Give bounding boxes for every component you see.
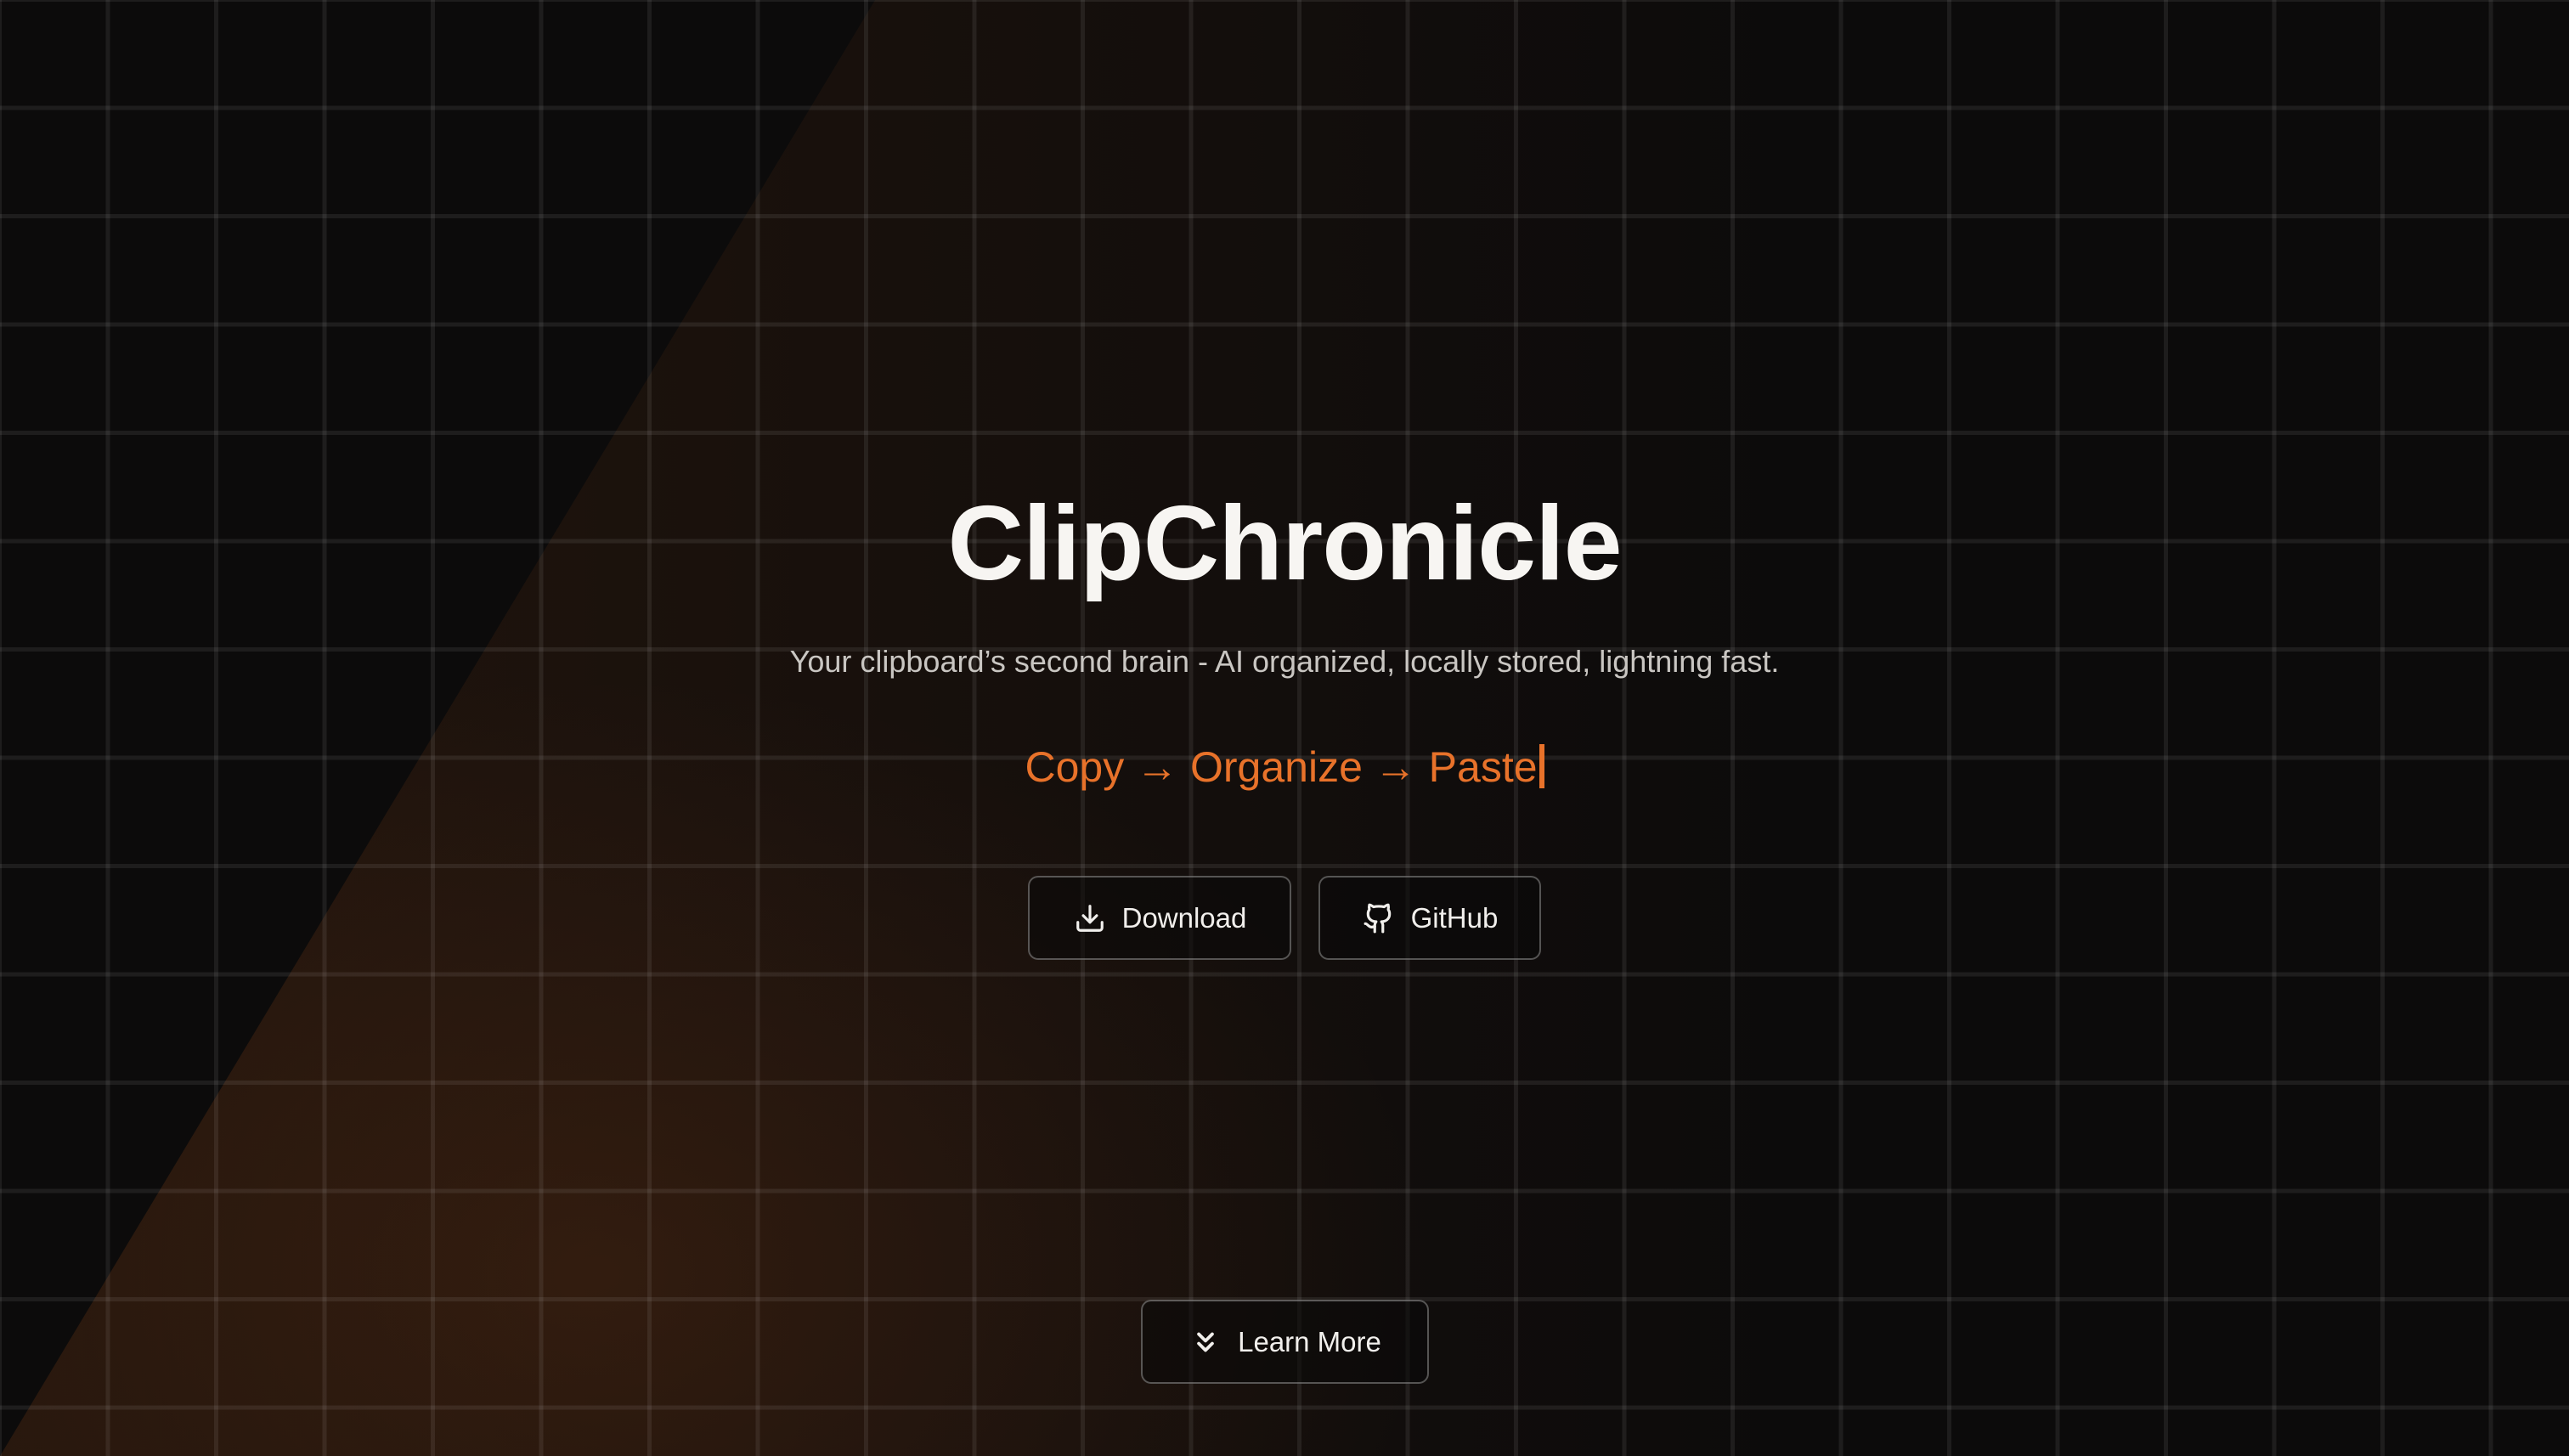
- learn-more-label: Learn More: [1238, 1325, 1381, 1357]
- text-caret: [1539, 744, 1544, 788]
- github-icon: [1362, 901, 1396, 935]
- github-label: GitHub: [1410, 901, 1499, 934]
- download-icon: [1073, 901, 1107, 935]
- landing-page: ClipChronicle Your clipboard’s second br…: [0, 0, 2569, 1456]
- app-subtitle: Your clipboard’s second brain - AI organ…: [789, 644, 1780, 679]
- typing-tagline: Copy → Organize → Paste: [0, 741, 2569, 793]
- learn-more-button[interactable]: Learn More: [1141, 1300, 1429, 1384]
- hero-section: ClipChronicle Your clipboard’s second br…: [0, 0, 2569, 1456]
- download-button[interactable]: Download: [1028, 876, 1291, 960]
- download-label: Download: [1121, 901, 1247, 934]
- chevrons-down-icon: [1189, 1325, 1222, 1359]
- app-title: ClipChronicle: [947, 485, 1622, 602]
- tagline-text: Copy → Organize → Paste: [1025, 743, 1538, 791]
- github-button[interactable]: GitHub: [1318, 876, 1541, 960]
